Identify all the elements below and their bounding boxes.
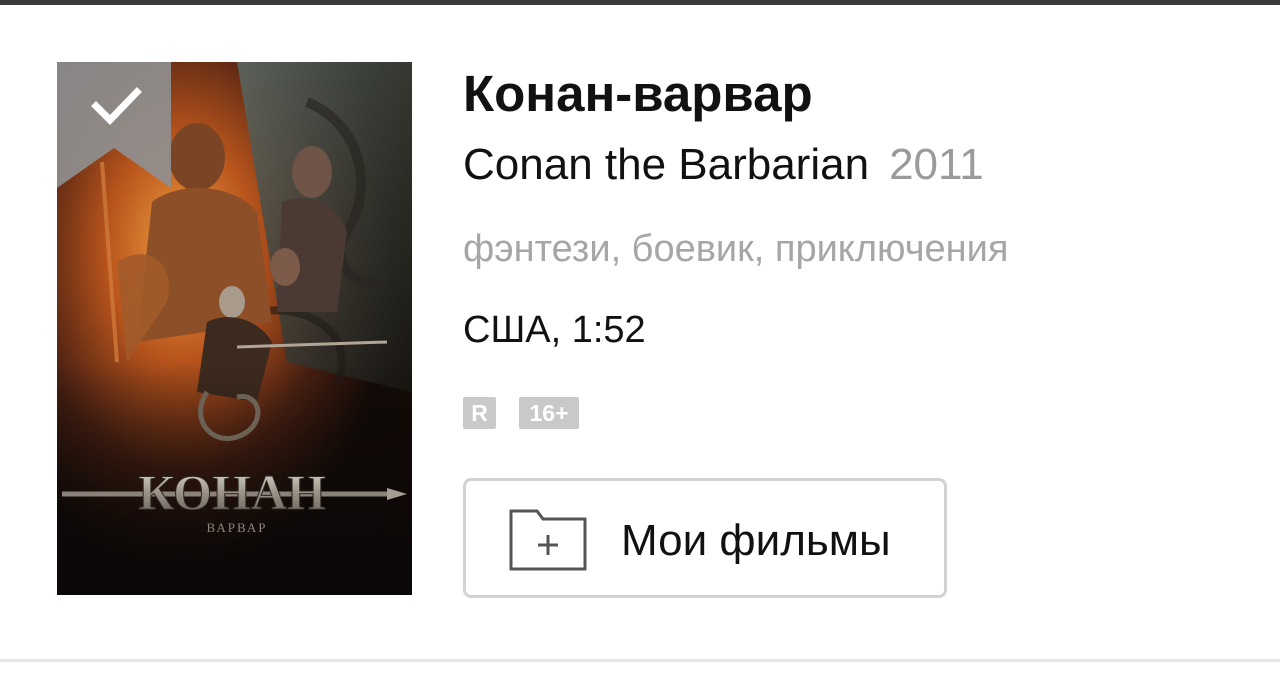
original-title-line: Conan the Barbarian 2011 [463, 143, 984, 187]
watched-bookmark[interactable] [57, 62, 171, 188]
add-to-my-movies-label: Мои фильмы [621, 516, 891, 565]
release-year: 2011 [889, 140, 984, 189]
mpaa-rating-badge: R [463, 397, 496, 429]
genres: фэнтези, боевик, приключения [463, 228, 1009, 270]
bottom-divider [0, 659, 1280, 662]
poster-logo-text: КОНАН [138, 464, 326, 520]
age-rating-badge: 16+ [519, 397, 579, 429]
top-bar [0, 0, 1280, 5]
country-duration: США, 1:52 [463, 309, 646, 351]
poster-logo-subtext: ВАРВАР [207, 520, 268, 535]
check-bookmark-icon [57, 62, 171, 188]
movie-title: Конан-варвар [463, 65, 813, 122]
add-to-my-movies-button[interactable]: Мои фильмы [463, 478, 947, 598]
folder-plus-icon [509, 507, 587, 571]
original-title: Conan the Barbarian [463, 140, 870, 189]
